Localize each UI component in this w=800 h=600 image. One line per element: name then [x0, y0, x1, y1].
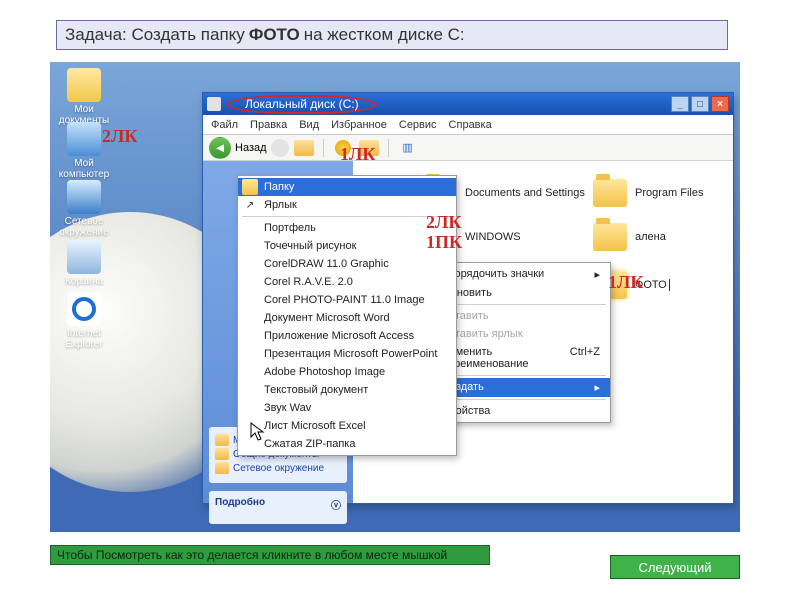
explorer-window: Локальный диск (C:) _ □ × Файл Правка Ви…: [202, 92, 734, 504]
minimize-button[interactable]: _: [671, 96, 689, 112]
up-button[interactable]: [293, 138, 315, 158]
cursor-icon: [250, 422, 266, 442]
menu-file[interactable]: Файл: [211, 119, 238, 131]
submenu-item[interactable]: Лист Microsoft Excel: [238, 417, 456, 435]
task-prefix: Задача: Создать папку: [65, 25, 245, 45]
network-icon: [67, 180, 101, 214]
folder-icon: [593, 179, 627, 207]
menu-tools[interactable]: Сервис: [399, 119, 437, 131]
desktop-icon-network[interactable]: Сетевое окружение: [56, 180, 112, 238]
forward-button[interactable]: [271, 139, 289, 157]
ctx-create[interactable]: Создать▸: [432, 378, 610, 397]
documents-icon: [67, 68, 101, 102]
submenu-item[interactable]: Приложение Microsoft Access: [238, 327, 456, 345]
menu-view[interactable]: Вид: [299, 119, 319, 131]
desktop-icon-my-documents[interactable]: Мои документы: [56, 68, 112, 126]
submenu-item[interactable]: Точечный рисунок: [238, 237, 456, 255]
folder-alena[interactable]: алена: [593, 223, 666, 251]
submenu-item[interactable]: Corel PHOTO-PAINT 11.0 Image: [238, 291, 456, 309]
ctx-undo-rename[interactable]: Отменить переименованиеCtrl+Z: [432, 343, 610, 373]
desktop[interactable]: Мои документы Мой компьютер Сетевое окру…: [50, 62, 740, 532]
annotation-2lk-disk: 2ЛК: [426, 212, 461, 233]
submenu-item[interactable]: Документ Microsoft Word: [238, 309, 456, 327]
computer-icon: [67, 122, 101, 156]
hint-bar: Чтобы Посмотреть как это делается кликни…: [50, 545, 490, 565]
window-titlebar[interactable]: Локальный диск (C:) _ □ ×: [203, 93, 733, 115]
ctx-arrange-icons[interactable]: Упорядочить значки▸: [432, 265, 610, 284]
task-header: Задача: Создать папку ФОТО на жестком ди…: [56, 20, 728, 50]
back-label[interactable]: Назад: [235, 142, 267, 154]
menu-favorites[interactable]: Избранное: [331, 119, 387, 131]
submenu-item[interactable]: CorelDRAW 11.0 Graphic: [238, 255, 456, 273]
bin-icon: [67, 240, 101, 274]
menu-help[interactable]: Справка: [449, 119, 492, 131]
annotation-1lk-create: 1ЛК: [608, 272, 643, 293]
annotation-1lk-folder: 1ЛК: [340, 144, 375, 165]
menu-edit[interactable]: Правка: [250, 119, 287, 131]
submenu-item[interactable]: Сжатая ZIP-папка: [238, 435, 456, 453]
desktop-icon-internet-explorer[interactable]: Internet Explorer: [56, 292, 112, 350]
ctx-refresh[interactable]: Обновить: [432, 284, 610, 302]
task-folder-name: ФОТО: [249, 25, 300, 45]
close-button[interactable]: ×: [711, 96, 729, 112]
submenu-item[interactable]: Портфель: [238, 219, 456, 237]
sidebar-link-network[interactable]: Сетевое окружение: [215, 461, 341, 475]
folder-program-files[interactable]: Program Files: [593, 179, 703, 207]
submenu-item[interactable]: Звук Wav: [238, 399, 456, 417]
maximize-button[interactable]: □: [691, 96, 709, 112]
task-suffix: на жестком диске С:: [304, 25, 465, 45]
ctx-paste: Вставить: [432, 307, 610, 325]
ctx-paste-shortcut: Вставить ярлык: [432, 325, 610, 343]
toolbar: ◄ Назад ▥: [203, 135, 733, 161]
next-button[interactable]: Следующий: [610, 555, 740, 579]
submenu-item[interactable]: Презентация Microsoft PowerPoint: [238, 345, 456, 363]
submenu-item[interactable]: Ярлык: [238, 196, 456, 214]
submenu-item[interactable]: Adobe Photoshop Image: [238, 363, 456, 381]
drive-icon: [207, 97, 221, 111]
context-submenu-create: ПапкуЯрлык ПортфельТочечный рисунокCorelD…: [237, 175, 457, 456]
ctx-properties[interactable]: Свойства: [432, 402, 610, 420]
views-button[interactable]: ▥: [397, 138, 419, 158]
submenu-item[interactable]: Папку: [238, 178, 456, 196]
window-title: Локальный диск (C:): [227, 95, 377, 114]
submenu-item[interactable]: Текстовый документ: [238, 381, 456, 399]
back-button[interactable]: ◄: [209, 137, 231, 159]
sidebar-panel-details: Подробноⓥ: [209, 491, 347, 524]
folder-icon: [593, 223, 627, 251]
menubar: Файл Правка Вид Избранное Сервис Справка: [203, 115, 733, 135]
annotation-2lk-mycomputer: 2ЛК: [102, 126, 137, 147]
annotation-1pk-context: 1ПК: [426, 232, 462, 253]
ie-icon: [67, 292, 101, 326]
context-menu: Упорядочить значки▸ Обновить Вставить Вс…: [431, 262, 611, 423]
desktop-icon-recycle-bin[interactable]: Корзина: [56, 240, 112, 287]
submenu-item[interactable]: Corel R.A.V.E. 2.0: [238, 273, 456, 291]
